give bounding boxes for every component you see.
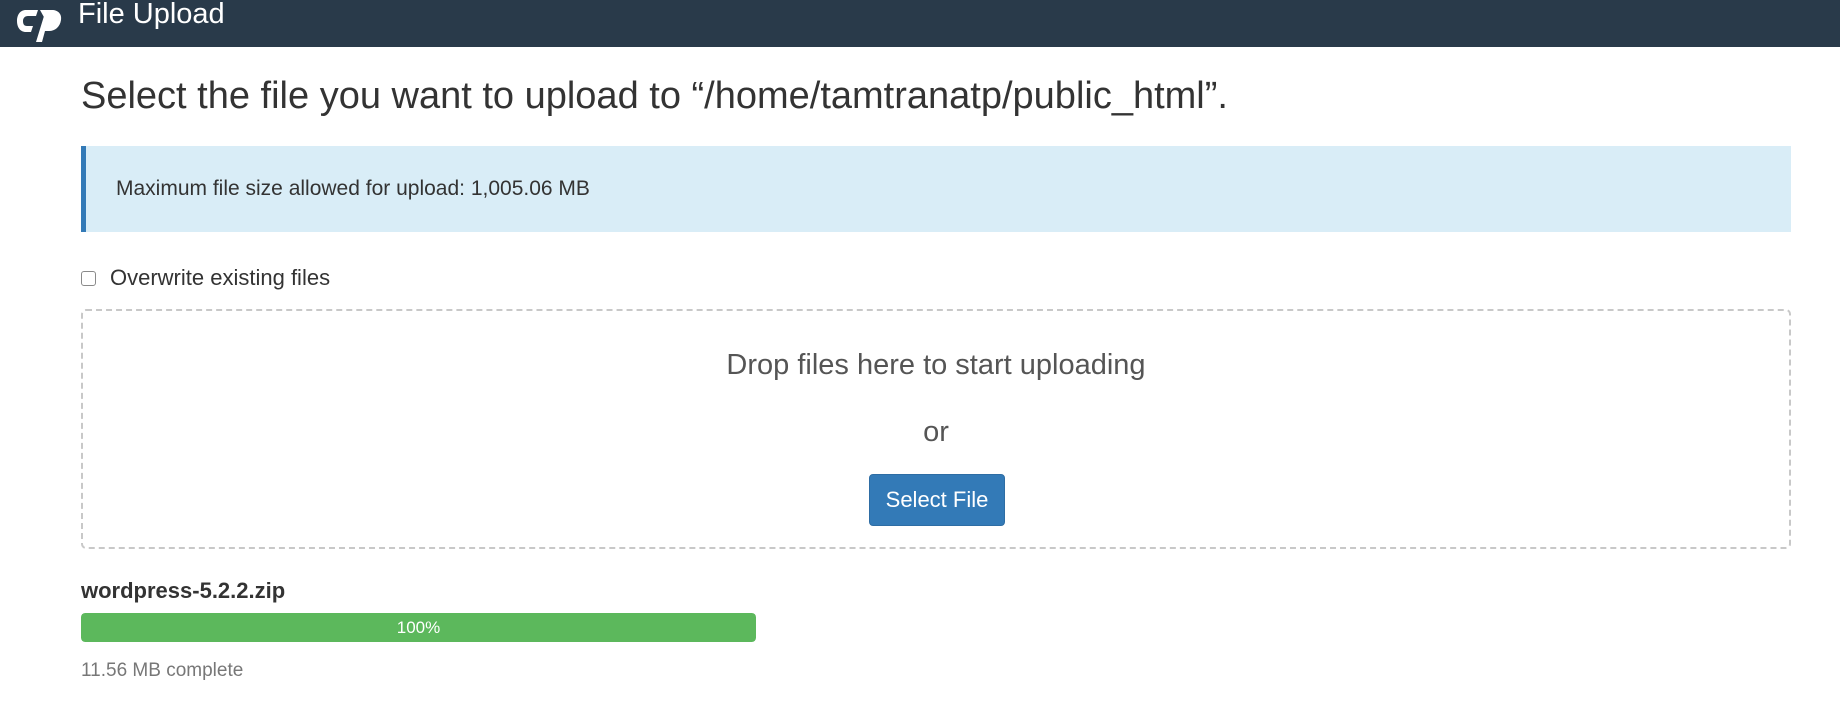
overwrite-checkbox[interactable] [81,270,96,286]
page-title: Select the file you want to upload to “/… [81,75,1228,117]
overwrite-label[interactable]: Overwrite existing files [110,265,330,291]
upload-progress-fill: 100% [81,613,756,642]
upload-file-name: wordpress-5.2.2.zip [81,578,286,603]
upload-status: 11.56 MB complete [81,660,244,681]
upload-progress-label: 100% [396,617,441,637]
drop-zone[interactable]: Drop files here to start uploading or Se… [81,309,1791,549]
app-title: File Upload [78,0,225,30]
max-size-alert: Maximum file size allowed for upload: 1,… [81,146,1791,232]
or-separator: or [923,416,949,448]
top-bar: File Upload [0,0,1840,47]
upload-progress-bar: 100% [81,613,756,642]
select-file-button[interactable]: Select File [869,474,1005,526]
max-size-text: Maximum file size allowed for upload: 1,… [116,177,590,200]
overwrite-option[interactable]: Overwrite existing files [81,263,330,293]
drop-instructions: Drop files here to start uploading [726,349,1146,381]
cpanel-logo-icon[interactable] [16,4,64,44]
